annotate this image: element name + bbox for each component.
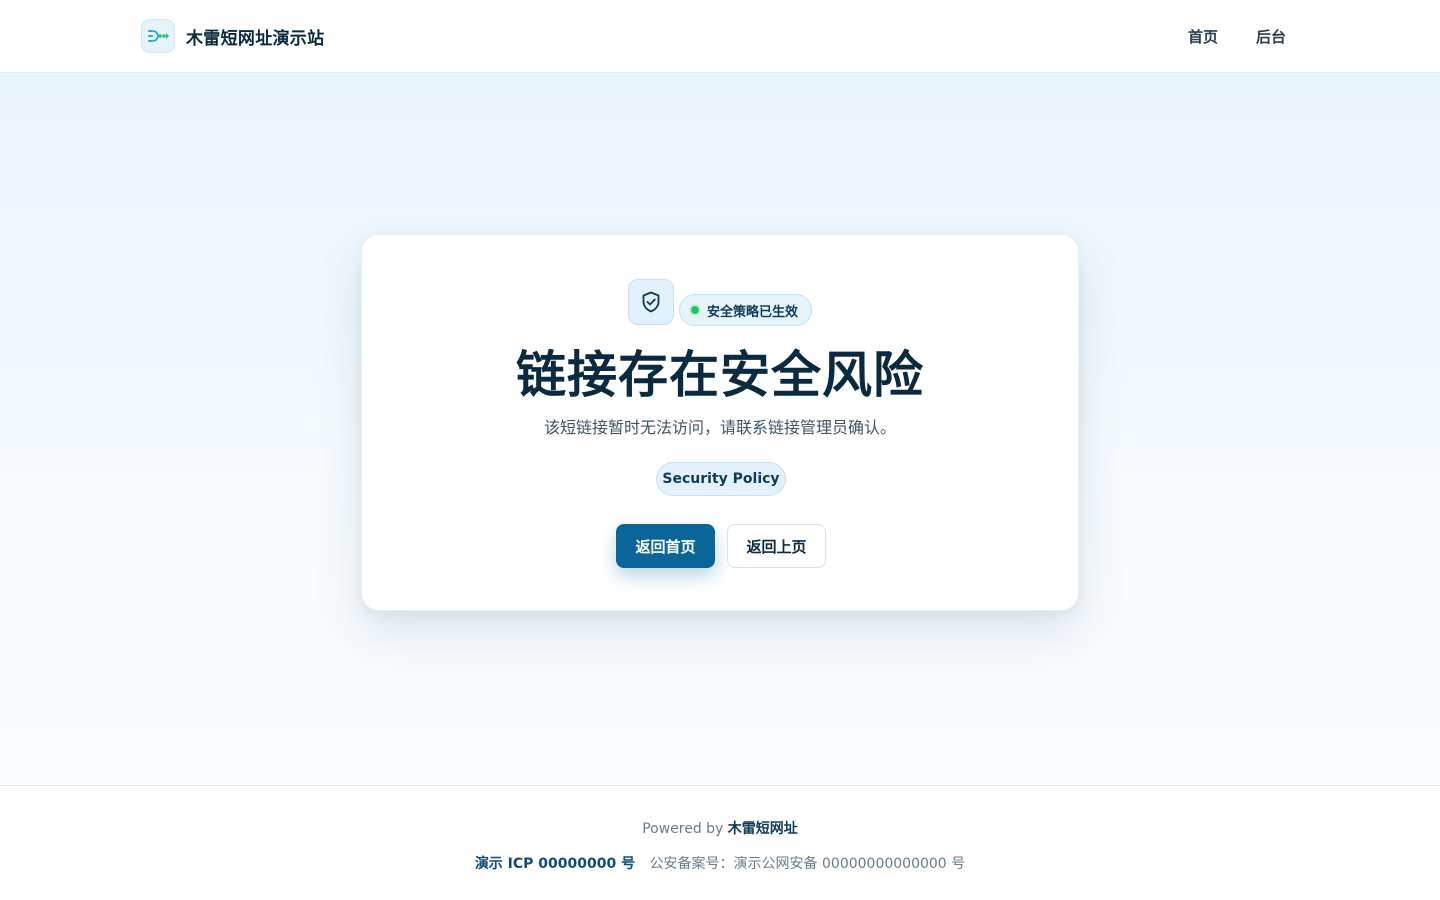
policy-tag: Security Policy [656, 462, 786, 496]
shield-check-icon [628, 279, 674, 325]
back-previous-button[interactable]: 返回上页 [727, 524, 826, 568]
status-badge: 安全策略已生效 [679, 294, 813, 326]
powered-prefix: Powered by [642, 821, 728, 837]
powered-brand-link[interactable]: 木雷短网址 [728, 821, 798, 837]
site-footer: Powered by 木雷短网址 演示 ICP 00000000 号 公安备案号… [0, 785, 1440, 900]
share-arrows-icon [141, 19, 175, 53]
icp-link[interactable]: 演示 ICP 00000000 号 [475, 856, 635, 872]
legal-info: 演示 ICP 00000000 号 公安备案号：演示公网安备 000000000… [0, 853, 1440, 873]
security-warning-card: 安全策略已生效 链接存在安全风险 该短链接暂时无法访问，请联系链接管理员确认。 … [361, 234, 1079, 611]
main-nav: 首页 后台 [1188, 26, 1286, 47]
back-home-button[interactable]: 返回首页 [616, 524, 715, 568]
page-title: 链接存在安全风险 [516, 346, 924, 404]
page-subtitle: 该短链接暂时无法访问，请联系链接管理员确认。 [543, 418, 896, 437]
nav-admin-link[interactable]: 后台 [1256, 26, 1286, 47]
status-dot-icon [691, 306, 699, 314]
brand-name: 木雷短网址演示站 [186, 28, 325, 49]
status-label: 安全策略已生效 [707, 304, 799, 320]
site-header: 木雷短网址演示站 首页 后台 [0, 0, 1440, 73]
nav-home-link[interactable]: 首页 [1188, 26, 1218, 47]
police-record-link[interactable]: 公安备案号：演示公网安备 00000000000000 号 [650, 856, 966, 872]
powered-by: Powered by 木雷短网址 [0, 818, 1440, 838]
brand[interactable]: 木雷短网址演示站 [141, 19, 324, 53]
